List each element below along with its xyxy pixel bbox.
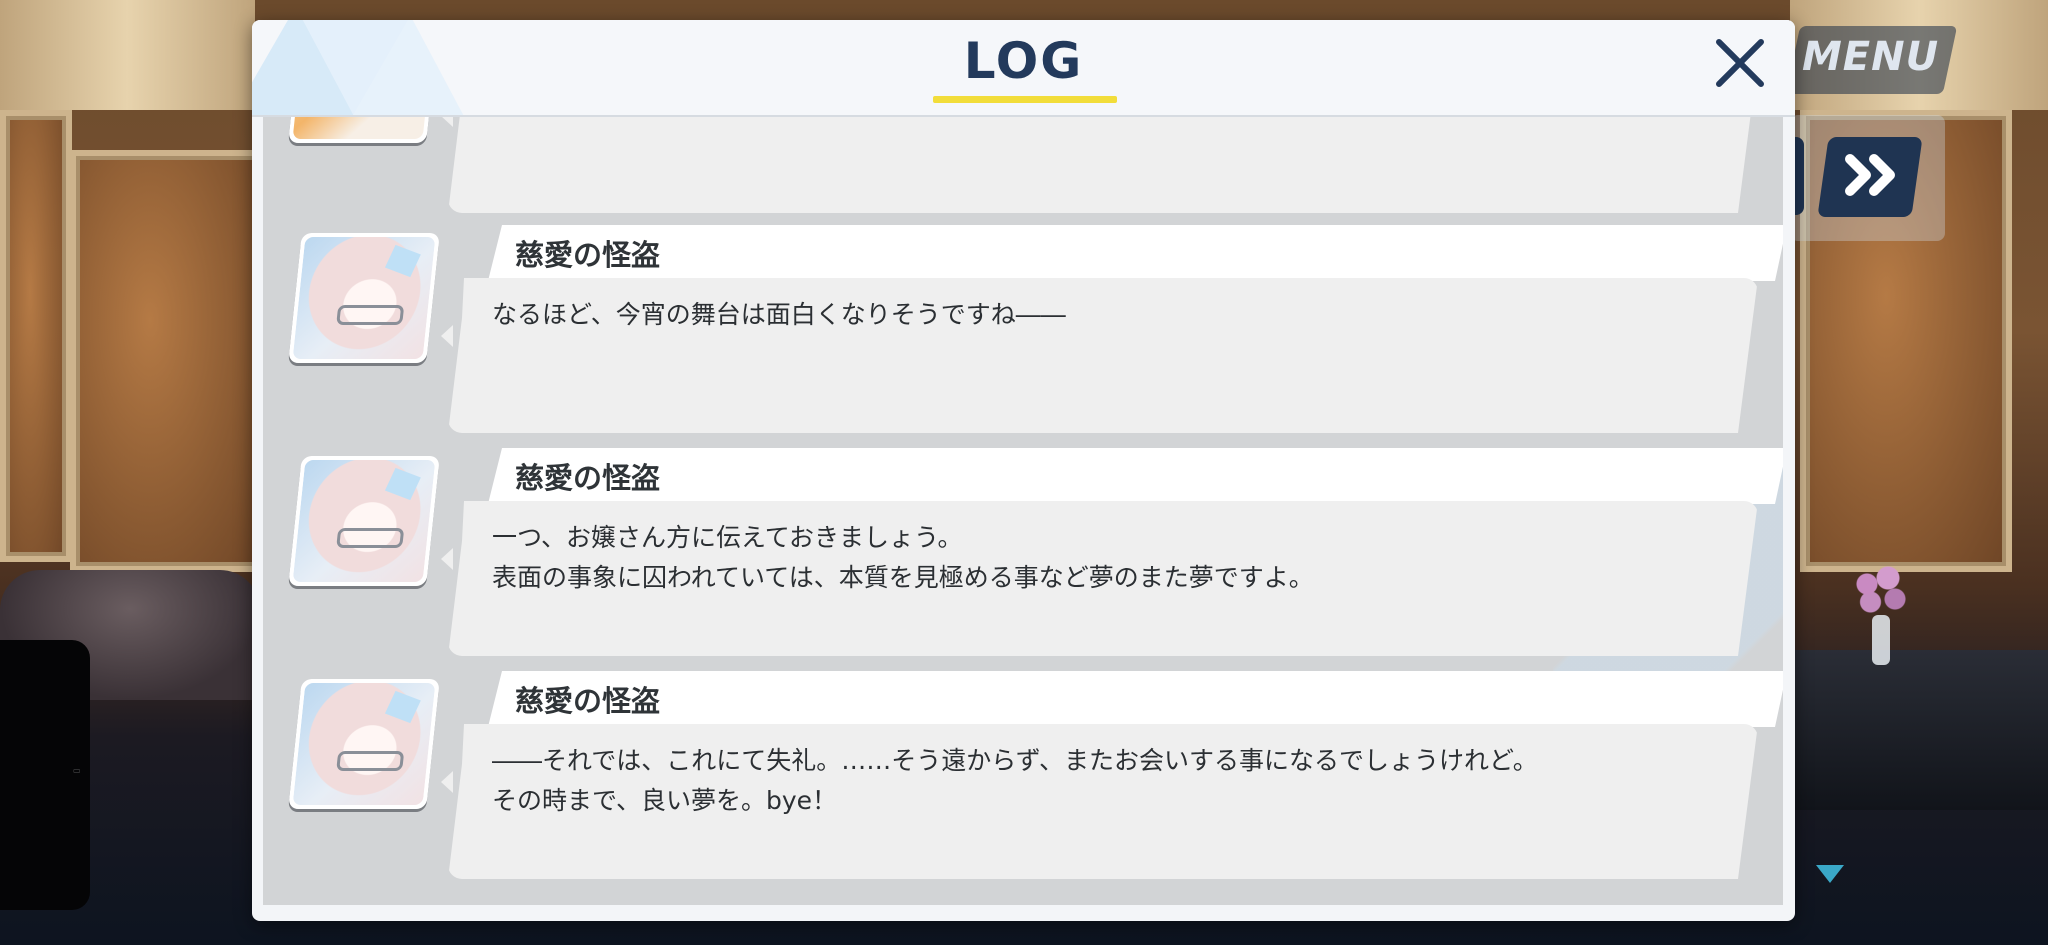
log-list[interactable]: （…………） 慈愛の怪盗 なるほど、今宵の舞台は面白くなりそうですね―― 慈愛の… — [263, 117, 1783, 905]
close-icon[interactable] — [1709, 32, 1771, 94]
speaker-name: 慈愛の怪盗 — [515, 238, 661, 272]
dialogue-notch — [441, 548, 453, 570]
avatar — [288, 679, 440, 809]
dialogue-line: その時まで、良い夢を。bye！ — [492, 786, 838, 815]
wall-panel — [0, 110, 72, 562]
fast-forward-icon — [1845, 154, 1895, 196]
log-entry[interactable]: 慈愛の怪盗 ――それでは、これにて失礼。……そう遠からず、またお会いする事になる… — [263, 671, 1783, 881]
speaker-name-bar — [488, 225, 1783, 281]
speaker-name: 慈愛の怪盗 — [515, 684, 661, 718]
menu-label: MENU — [1802, 34, 1940, 80]
log-entry[interactable]: 慈愛の怪盗 一つ、お嬢さん方に伝えておきましょう。 表面の事象に囚われていては、… — [263, 448, 1783, 658]
wall-molding-left — [0, 0, 255, 110]
dialogue-line: なるほど、今宵の舞台は面白くなりそうですね―― — [492, 300, 1066, 329]
dark-panel — [0, 640, 90, 910]
log-entry[interactable]: 慈愛の怪盗 なるほど、今宵の舞台は面白くなりそうですね―― — [263, 225, 1783, 435]
speaker-name: 慈愛の怪盗 — [515, 461, 661, 495]
log-entry[interactable]: （…………） — [263, 117, 1783, 215]
avatar — [288, 117, 440, 143]
dialogue-box — [448, 117, 1758, 213]
triangle-down-icon[interactable] — [1816, 865, 1844, 883]
small-mark: ▭ — [73, 766, 81, 775]
log-header: LOG — [252, 20, 1795, 117]
dialogue-notch — [441, 117, 453, 127]
avatar — [288, 233, 440, 363]
vase — [1872, 615, 1890, 665]
dialogue-notch — [441, 325, 453, 347]
log-title: LOG — [963, 32, 1084, 90]
title-underline — [933, 96, 1117, 103]
dialogue-line: ――それでは、これにて失礼。……そう遠からず、またお会いする事になるでしょうけれ… — [492, 746, 1538, 775]
flower-vase — [1846, 560, 1916, 620]
dialogue-line: 一つ、お嬢さん方に伝えておきましょう。 — [492, 523, 963, 552]
speaker-name-bar — [488, 671, 1783, 727]
log-window: LOG （…………） 慈愛の怪盗 なるほど、今 — [252, 20, 1795, 921]
dialogue-notch — [441, 771, 453, 793]
dialogue-line: 表面の事象に囚われていては、本質を見極める事など夢のまた夢ですよ。 — [492, 563, 1314, 592]
avatar — [288, 456, 440, 586]
wall-panel — [70, 150, 267, 572]
side-table — [1790, 650, 2048, 810]
speaker-name-bar — [488, 448, 1783, 504]
